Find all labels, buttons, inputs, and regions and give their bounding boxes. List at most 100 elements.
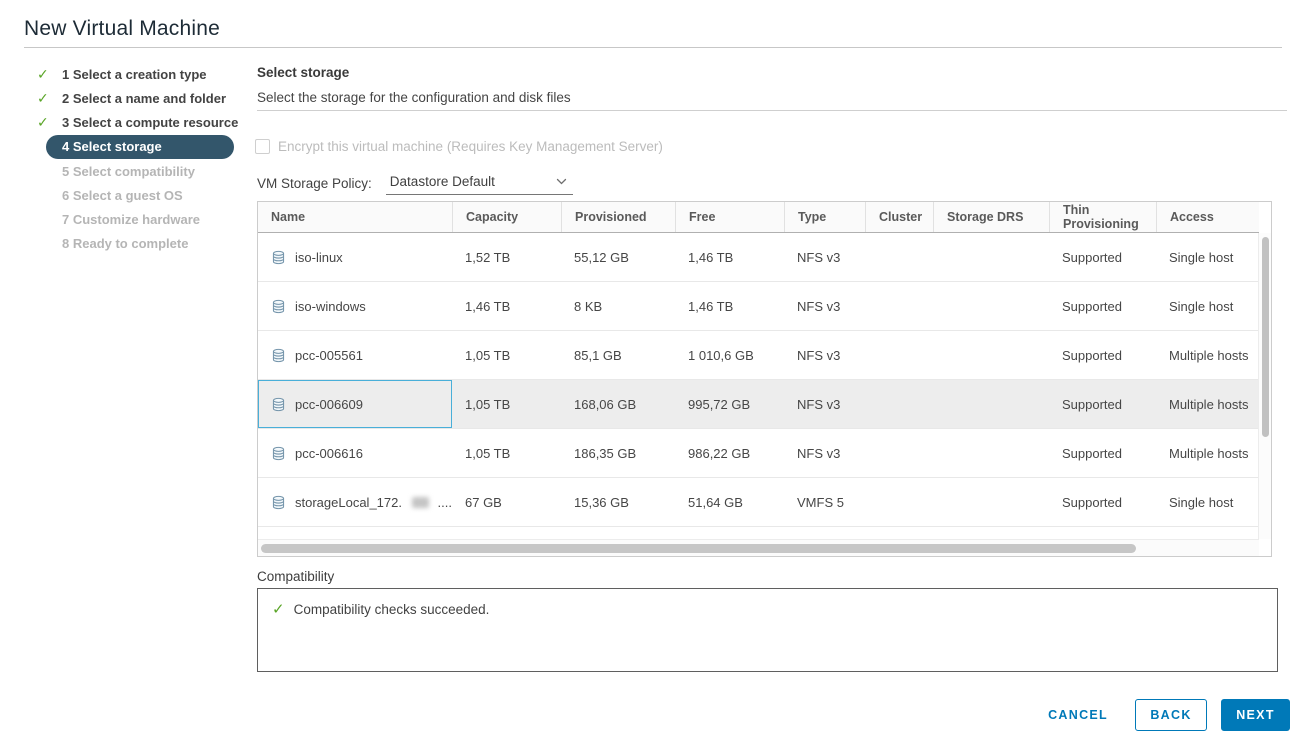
datastore-table: NameCapacityProvisionedFreeTypeClusterSt… xyxy=(257,201,1272,557)
vertical-scrollbar-thumb[interactable] xyxy=(1262,237,1269,437)
thin-provisioning-cell: Supported xyxy=(1049,233,1156,281)
wizard-step-1[interactable]: ✓1 Select a creation type xyxy=(24,62,256,86)
datastore-table-body: iso-linux1,52 TB55,12 GB1,46 TBNFS v3Sup… xyxy=(258,233,1259,527)
datastore-row-pcc-006609[interactable]: pcc-006609 1,05 TB168,06 GB995,72 GBNFS v… xyxy=(258,380,1259,429)
cluster-cell xyxy=(865,380,933,428)
storage-drs-cell xyxy=(933,282,1049,330)
horizontal-scrollbar-thumb[interactable] xyxy=(261,544,1136,553)
datastore-name: iso-windows xyxy=(295,299,366,314)
check-icon: ✓ xyxy=(37,114,49,131)
wizard-step-7: 7 Customize hardware xyxy=(24,207,256,231)
thin-provisioning-cell: Supported xyxy=(1049,380,1156,428)
wizard-step-5: 5 Select compatibility xyxy=(24,159,256,183)
cancel-button[interactable]: CANCEL xyxy=(1038,700,1118,730)
active-step-pill: 4 Select storage xyxy=(46,135,234,159)
redacted-text xyxy=(412,497,429,508)
step-label: 6 Select a guest OS xyxy=(24,188,183,203)
datastore-icon xyxy=(271,495,286,510)
column-header-cluster[interactable]: Cluster xyxy=(865,202,933,232)
free-cell: 1 010,6 GB xyxy=(675,331,784,379)
wizard-title: New Virtual Machine xyxy=(24,17,220,41)
type-cell: NFS v3 xyxy=(784,233,865,281)
wizard-step-8: 8 Ready to complete xyxy=(24,231,256,255)
vm-storage-policy-row: VM Storage Policy: Datastore Default xyxy=(257,174,573,195)
provisioned-cell: 8 KB xyxy=(561,282,675,330)
thin-provisioning-cell: Supported xyxy=(1049,282,1156,330)
check-icon: ✓ xyxy=(37,66,49,83)
datastore-name-cell: iso-windows xyxy=(258,282,452,330)
type-cell: NFS v3 xyxy=(784,380,865,428)
wizard-step-4[interactable]: 4 Select storage xyxy=(24,134,256,159)
datastore-name: pcc-006609 xyxy=(295,397,363,412)
access-cell: Multiple hosts xyxy=(1156,331,1259,379)
step-label: 4 Select storage xyxy=(46,139,162,154)
vertical-scrollbar[interactable] xyxy=(1258,233,1271,539)
column-header-storage-drs[interactable]: Storage DRS xyxy=(933,202,1049,232)
provisioned-cell: 85,1 GB xyxy=(561,331,675,379)
datastore-name-cell: iso-linux xyxy=(258,233,452,281)
column-header-thin-provisioning[interactable]: Thin Provisioning xyxy=(1049,202,1156,232)
horizontal-scrollbar[interactable] xyxy=(258,539,1259,556)
cluster-cell xyxy=(865,429,933,477)
type-cell: NFS v3 xyxy=(784,331,865,379)
compatibility-message: Compatibility checks succeeded. xyxy=(294,602,490,617)
cluster-cell xyxy=(865,282,933,330)
capacity-cell: 67 GB xyxy=(452,478,561,526)
capacity-cell: 1,46 TB xyxy=(452,282,561,330)
datastore-name: storageLocal_172. xyxy=(295,495,402,510)
datastore-row-iso-linux[interactable]: iso-linux1,52 TB55,12 GB1,46 TBNFS v3Sup… xyxy=(258,233,1259,282)
free-cell: 995,72 GB xyxy=(675,380,784,428)
column-header-type[interactable]: Type xyxy=(784,202,865,232)
access-cell: Single host xyxy=(1156,233,1259,281)
encrypt-vm-label: Encrypt this virtual machine (Requires K… xyxy=(278,139,663,154)
datastore-name-cell: pcc-006609 xyxy=(258,380,452,428)
access-cell: Multiple hosts xyxy=(1156,380,1259,428)
datastore-row-pcc-006616[interactable]: pcc-0066161,05 TB186,35 GB986,22 GBNFS v… xyxy=(258,429,1259,478)
datastore-row-storageLocal_172[interactable]: storageLocal_172.....67 GB15,36 GB51,64 … xyxy=(258,478,1259,527)
wizard-footer: CANCEL BACK NEXT xyxy=(1038,699,1290,731)
success-check-icon: ✓ xyxy=(272,600,285,618)
title-divider xyxy=(24,47,1282,48)
free-cell: 986,22 GB xyxy=(675,429,784,477)
compatibility-message-row: ✓ Compatibility checks succeeded. xyxy=(258,589,1277,629)
page-title: Select storage xyxy=(257,65,349,80)
datastore-name: pcc-005561 xyxy=(295,348,363,363)
column-header-provisioned[interactable]: Provisioned xyxy=(561,202,675,232)
chevron-down-icon xyxy=(556,178,567,185)
wizard-steps: ✓1 Select a creation type✓2 Select a nam… xyxy=(24,62,256,255)
thin-provisioning-cell: Supported xyxy=(1049,331,1156,379)
column-header-name[interactable]: Name xyxy=(258,202,452,232)
vm-storage-policy-select[interactable]: Datastore Default xyxy=(386,174,573,195)
compatibility-box: ✓ Compatibility checks succeeded. xyxy=(257,588,1278,672)
datastore-row-iso-windows[interactable]: iso-windows1,46 TB8 KB1,46 TBNFS v3Suppo… xyxy=(258,282,1259,331)
column-header-access[interactable]: Access xyxy=(1156,202,1259,232)
datastore-icon xyxy=(271,397,286,412)
datastore-row-pcc-005561[interactable]: pcc-0055611,05 TB85,1 GB1 010,6 GBNFS v3… xyxy=(258,331,1259,380)
provisioned-cell: 168,06 GB xyxy=(561,380,675,428)
provisioned-cell: 15,36 GB xyxy=(561,478,675,526)
back-button[interactable]: BACK xyxy=(1135,699,1207,731)
wizard-step-3[interactable]: ✓3 Select a compute resource xyxy=(24,110,256,134)
capacity-cell: 1,05 TB xyxy=(452,380,561,428)
cluster-cell xyxy=(865,478,933,526)
step-label: 7 Customize hardware xyxy=(24,212,200,227)
step-label: 8 Ready to complete xyxy=(24,236,188,251)
column-header-free[interactable]: Free xyxy=(675,202,784,232)
free-cell: 1,46 TB xyxy=(675,282,784,330)
encrypt-vm-row: Encrypt this virtual machine (Requires K… xyxy=(255,139,663,154)
cluster-cell xyxy=(865,331,933,379)
next-button[interactable]: NEXT xyxy=(1221,699,1290,731)
wizard-step-2[interactable]: ✓2 Select a name and folder xyxy=(24,86,256,110)
table-partial-row xyxy=(258,527,1259,539)
page-subtitle: Select the storage for the configuration… xyxy=(257,90,571,105)
storage-drs-cell xyxy=(933,429,1049,477)
capacity-cell: 1,05 TB xyxy=(452,429,561,477)
step-label: 5 Select compatibility xyxy=(24,164,195,179)
capacity-cell: 1,52 TB xyxy=(452,233,561,281)
datastore-icon xyxy=(271,348,286,363)
step-label: 3 Select a compute resource xyxy=(24,115,238,130)
provisioned-cell: 186,35 GB xyxy=(561,429,675,477)
column-header-capacity[interactable]: Capacity xyxy=(452,202,561,232)
step-label: 1 Select a creation type xyxy=(24,67,207,82)
encrypt-vm-checkbox[interactable] xyxy=(255,139,270,154)
